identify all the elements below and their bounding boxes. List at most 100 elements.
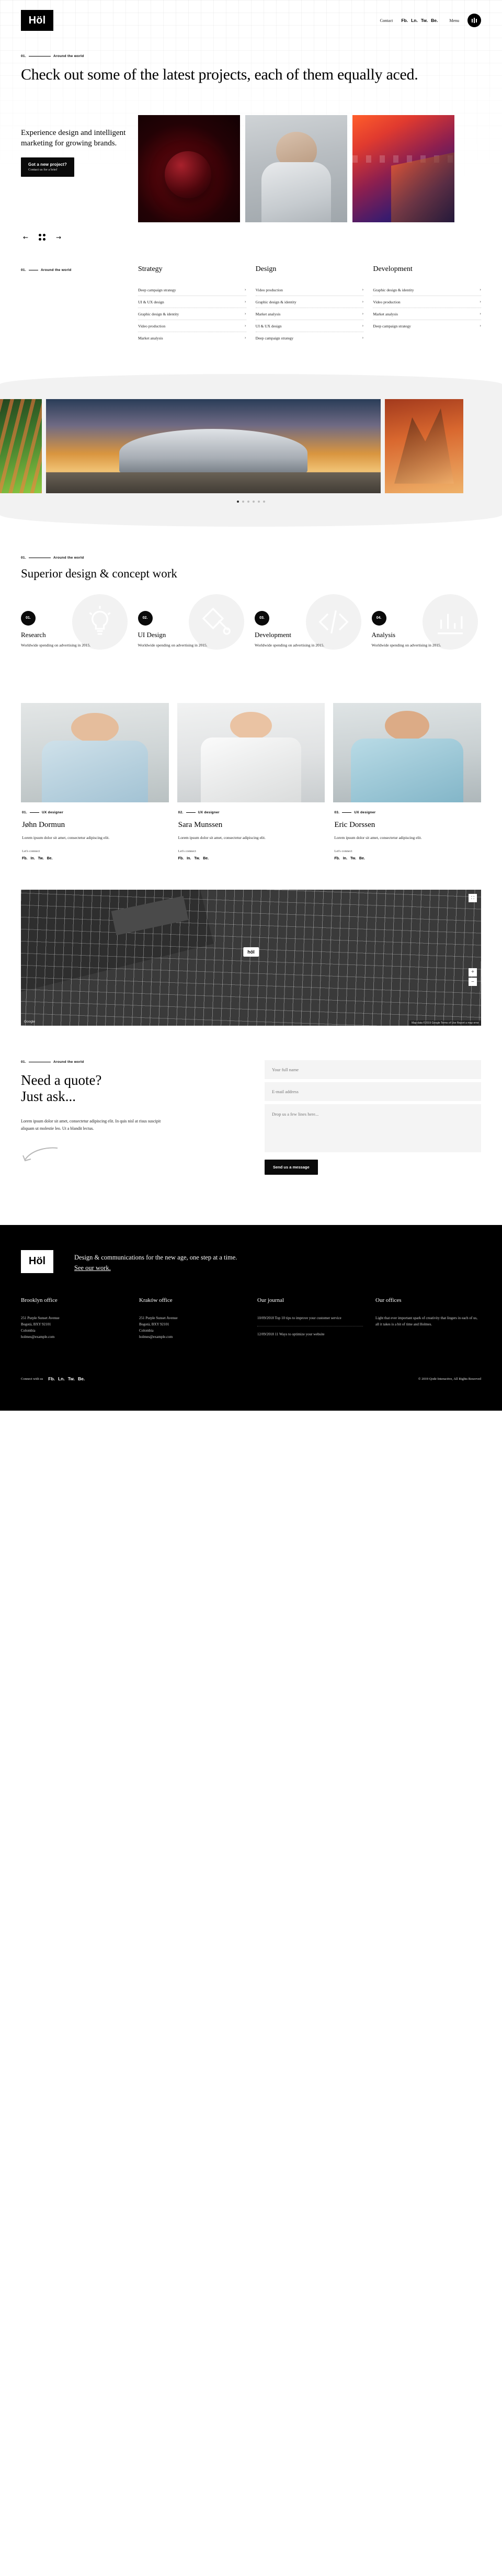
social-tw[interactable]: Tw. [194, 857, 200, 860]
menu-label[interactable]: Menu [449, 18, 459, 23]
services-column-strategy: Strategy Deep campaign strategy › UI & U… [138, 265, 246, 344]
hero-tag: 01. Around the world [21, 54, 481, 58]
fullscreen-icon[interactable]: ⛶ [469, 893, 477, 902]
social-ln[interactable]: Ln. [411, 18, 418, 23]
chevron-right-icon: › [480, 324, 482, 328]
service-item[interactable]: Deep campaign strategy › [256, 332, 364, 344]
site-logo[interactable]: Höl [21, 10, 53, 31]
service-item[interactable]: Market analysis › [373, 308, 482, 320]
social-be[interactable]: Be. [78, 1376, 85, 1381]
gallery-dot[interactable] [237, 500, 239, 503]
zoom-in-button[interactable]: + [469, 968, 477, 977]
arrow-right-icon[interactable]: → [54, 234, 63, 241]
project-slide-portrait[interactable] [245, 115, 347, 222]
service-label: Market analysis [255, 311, 281, 316]
gallery-slide-green-orange[interactable] [0, 399, 42, 493]
service-item[interactable]: Market analysis › [255, 308, 364, 320]
site-footer: Höl Design & communications for the new … [0, 1224, 502, 1411]
hamburger-icon[interactable] [467, 14, 481, 27]
office-map[interactable]: höl ⛶ + − Google Map data ©2019 Google T… [21, 889, 481, 1026]
service-item[interactable]: Video production › [255, 284, 364, 296]
service-item[interactable]: Graphic design & identity › [373, 284, 482, 296]
services-column-development: Development Graphic design & identity › … [373, 265, 482, 344]
new-project-button[interactable]: Got a new project? Contact us for a brie… [21, 157, 74, 177]
social-in[interactable]: In. [31, 857, 35, 860]
see-our-work-link[interactable]: See our work. [74, 1264, 111, 1272]
service-label: Market analysis [138, 335, 163, 341]
social-fb[interactable]: Fb. [401, 18, 408, 23]
service-item[interactable]: UI & UX design › [255, 320, 364, 332]
footer-logo[interactable]: Höl [21, 1250, 53, 1273]
project-slide-stairs[interactable] [352, 115, 454, 222]
service-item[interactable]: Graphic design & identity › [138, 308, 246, 320]
social-be[interactable]: Be. [203, 857, 209, 860]
social-tw[interactable]: Tw. [68, 1376, 75, 1381]
arrow-left-icon[interactable]: ← [21, 234, 30, 241]
social-fb[interactable]: Fb. [334, 857, 340, 860]
gallery-dot[interactable] [253, 500, 255, 503]
code-brackets-icon [305, 594, 361, 650]
cta-subtitle: Contact us for a brief [28, 167, 58, 172]
social-be[interactable]: Be. [359, 857, 365, 860]
step-number: 03. [255, 610, 269, 626]
journal-item[interactable]: 12/09/2018 11 Ways to optimize your webs… [257, 1331, 363, 1342]
member-role: UX designer [41, 810, 64, 814]
email-input[interactable] [265, 1082, 481, 1101]
service-item[interactable]: Market analysis › [138, 332, 246, 344]
footer-col-title: Brooklyn office [21, 1297, 58, 1303]
social-be[interactable]: Be. [47, 857, 53, 860]
project-slide-red-sphere[interactable] [138, 115, 240, 222]
gallery-dot[interactable] [263, 500, 265, 503]
gallery-slide-airplane[interactable] [46, 399, 381, 493]
wave-divider-bottom [0, 502, 502, 527]
process-tag-label: Around the world [53, 555, 84, 560]
chevron-right-icon: › [244, 324, 246, 328]
gallery-dot[interactable] [242, 500, 244, 503]
services-section: 01. Around the world Strategy Deep campa… [21, 265, 482, 344]
social-in[interactable]: In. [187, 857, 191, 860]
projects-intro: Experience design and intelligent market… [21, 115, 138, 222]
step-desc: Worldwide spending on advertising in 201… [138, 642, 208, 648]
service-item[interactable]: UI & UX design › [138, 296, 246, 308]
social-in[interactable]: In. [343, 857, 347, 860]
chevron-right-icon: › [244, 312, 246, 316]
services-tag: 01. Around the world [21, 268, 138, 272]
grid-dots-icon[interactable] [39, 234, 45, 241]
social-fb[interactable]: Fb. [22, 857, 28, 860]
member-socials: Fb. In. Tw. Be. [22, 857, 168, 860]
step-number: 04. [371, 610, 386, 626]
social-be[interactable]: Be. [431, 18, 438, 23]
social-fb[interactable]: Fb. [178, 857, 184, 860]
header-contact-link[interactable]: Contact [380, 18, 393, 23]
social-tw[interactable]: Tw. [350, 857, 356, 860]
curved-arrow-icon [21, 1146, 246, 1172]
service-label: Video production [255, 287, 283, 292]
office-email[interactable]: holmes@example.com [21, 1334, 127, 1340]
gallery-dot[interactable] [258, 500, 260, 503]
social-ln[interactable]: Ln. [58, 1376, 65, 1381]
full-name-input[interactable] [265, 1060, 481, 1079]
office-email[interactable]: holmes@example.com [139, 1334, 245, 1340]
column-title: Development [373, 265, 413, 273]
social-tw[interactable]: Tw. [421, 18, 428, 23]
send-message-button[interactable]: Send us a message [265, 1159, 318, 1175]
journal-item[interactable]: 10/09/2018 Top 10 tips to improve your c… [257, 1315, 363, 1326]
footer-claim-text: Design & communications for the new age,… [74, 1253, 237, 1261]
step-number: 01. [21, 610, 36, 626]
map-marker[interactable]: höl [243, 947, 259, 957]
zoom-out-button[interactable]: − [469, 977, 477, 986]
column-title: Strategy [138, 265, 163, 273]
service-item[interactable]: Video production › [138, 320, 246, 332]
social-tw[interactable]: Tw. [38, 857, 44, 860]
office-line: Colombia [21, 1329, 36, 1333]
gallery-slide-canyon[interactable] [385, 399, 463, 493]
team-section: 01. UX designer Jøhn Dormun Lorem ipsum … [21, 702, 482, 860]
gallery-dot[interactable] [247, 500, 249, 503]
footer-office-krakow: Kraków office 251 Purple Sunset Avenue B… [139, 1297, 245, 1347]
service-item[interactable]: Video production › [373, 296, 482, 308]
social-fb[interactable]: Fb. [48, 1376, 55, 1381]
service-item[interactable]: Graphic design & identity › [255, 296, 364, 308]
message-textarea[interactable] [265, 1104, 481, 1152]
service-item[interactable]: Deep campaign strategy › [373, 320, 481, 332]
service-item[interactable]: Deep campaign strategy › [138, 284, 246, 296]
